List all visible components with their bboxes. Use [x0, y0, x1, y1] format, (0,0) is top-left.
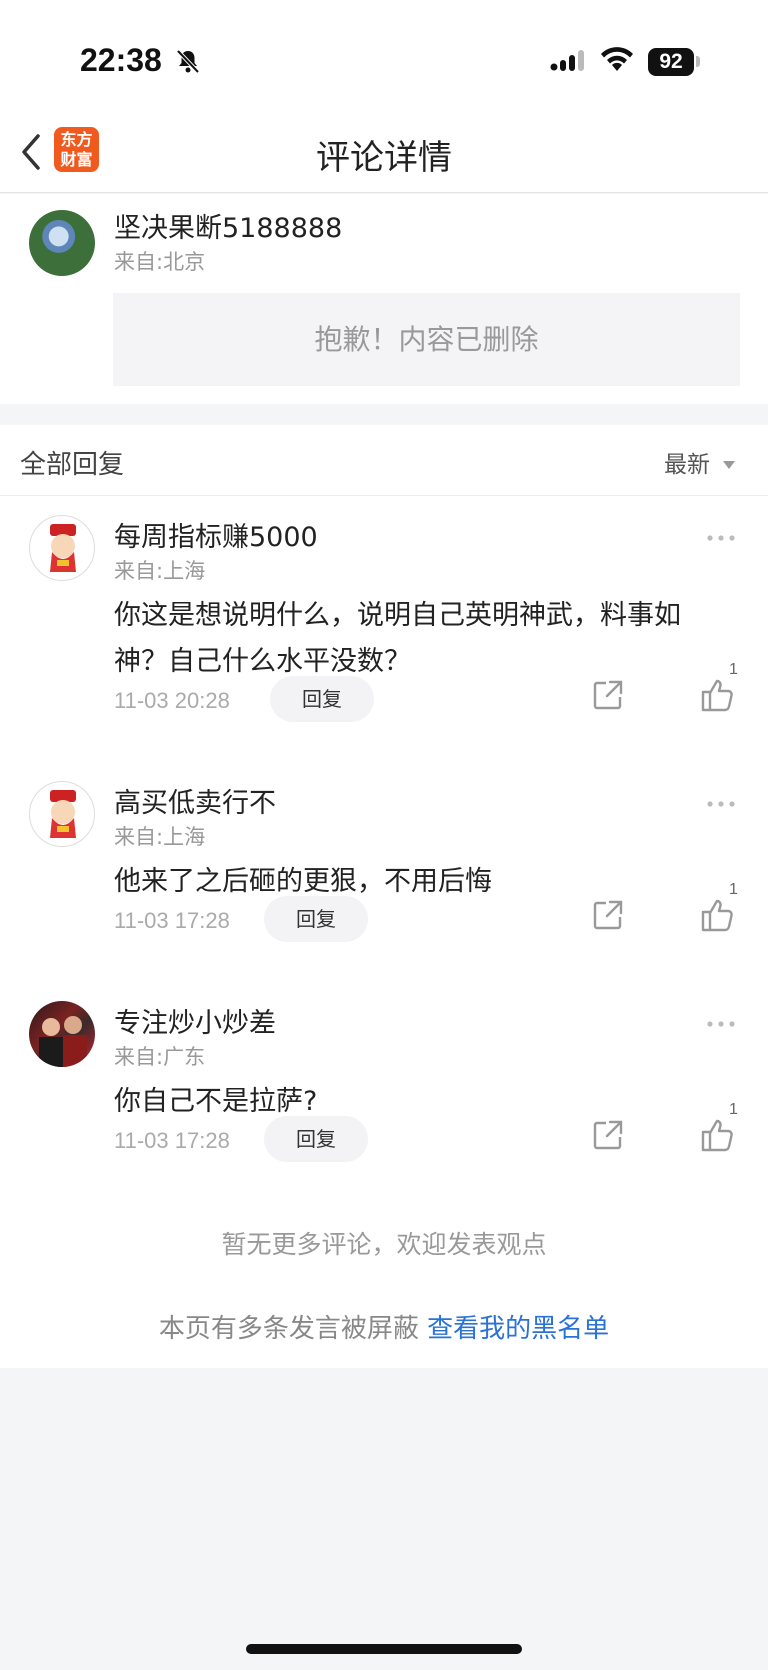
- more-options-icon[interactable]: [706, 793, 736, 812]
- more-options-icon[interactable]: [706, 527, 736, 546]
- fortune-god-avatar-icon: [50, 790, 76, 838]
- reply-timestamp: 11-03 17:28: [114, 1128, 230, 1153]
- replies-header: 全部回复 最新: [0, 425, 768, 496]
- cellular-signal-icon: [550, 50, 588, 78]
- blocked-notice-text: 本页有多条发言被屏蔽: [158, 1314, 419, 1344]
- reply-timestamp: 11-03 17:28: [114, 908, 230, 933]
- thumbs-up-icon[interactable]: [700, 897, 734, 937]
- battery-indicator: 92: [648, 48, 694, 76]
- status-bar: 22:38 92: [0, 0, 768, 110]
- replies-list: 全部回复 最新 每周指标赚5000 来自:上海 你这是想说明什么，说明自己英明神…: [0, 425, 768, 1368]
- post-username[interactable]: 坚决果断5188888: [114, 206, 342, 245]
- share-icon[interactable]: [590, 897, 626, 937]
- reply-item: 高买低卖行不 来自:上海 他来了之后砸的更狠，不用后悔 11-03 17:28 …: [0, 781, 768, 1001]
- reply-location: 来自:上海: [114, 825, 206, 849]
- like-count: 1: [729, 1101, 738, 1118]
- avatar[interactable]: [29, 1001, 95, 1067]
- avatar[interactable]: [29, 781, 95, 847]
- sort-dropdown[interactable]: 最新: [664, 445, 710, 479]
- reply-content: 你这是想说明什么，说明自己英明神武，料事如神？自己什么水平没数？: [114, 600, 681, 677]
- reply-location: 来自:上海: [114, 559, 206, 583]
- no-more-comments-text: 暂无更多评论，欢迎发表观点: [221, 1230, 547, 1259]
- reply-content: 你自己不是拉萨?: [114, 1086, 318, 1117]
- reply-username[interactable]: 每周指标赚5000: [114, 515, 318, 554]
- view-blacklist-link[interactable]: 查看我的黑名单: [427, 1314, 609, 1344]
- avatar[interactable]: [29, 210, 95, 276]
- reply-content: 他来了之后砸的更狠，不用后悔: [114, 866, 492, 897]
- fortune-god-avatar-icon: [50, 524, 76, 572]
- reply-button[interactable]: 回复: [270, 676, 374, 722]
- reply-item: 每周指标赚5000 来自:上海 你这是想说明什么，说明自己英明神武，料事如神？自…: [0, 515, 768, 735]
- post-location: 来自:北京: [114, 250, 206, 274]
- reply-item: 专注炒小炒差 来自:广东 你自己不是拉萨? 11-03 17:28 回复 1: [0, 1001, 768, 1221]
- reply-button[interactable]: 回复: [264, 1116, 368, 1162]
- share-icon[interactable]: [590, 1117, 626, 1157]
- thumbs-up-icon[interactable]: [700, 1117, 734, 1157]
- more-options-icon[interactable]: [706, 1013, 736, 1032]
- thumbs-up-icon[interactable]: [700, 677, 734, 717]
- reply-timestamp: 11-03 20:28: [114, 688, 230, 713]
- caret-down-icon[interactable]: [722, 455, 736, 474]
- nav-bar: 东方 财富 评论详情: [0, 110, 768, 193]
- reply-location: 来自:广东: [114, 1045, 206, 1069]
- reply-username[interactable]: 高买低卖行不: [114, 781, 276, 820]
- status-time: 22:38: [80, 42, 162, 78]
- wifi-icon: [600, 46, 634, 78]
- main-comment-card: 坚决果断5188888 来自:北京 抱歉！内容已删除: [0, 194, 768, 404]
- battery-cap: [696, 56, 700, 67]
- page-title: 评论详情: [316, 138, 452, 178]
- like-count: 1: [729, 881, 738, 898]
- reply-username[interactable]: 专注炒小炒差: [114, 1001, 276, 1040]
- home-indicator[interactable]: [246, 1644, 522, 1654]
- reply-button[interactable]: 回复: [264, 896, 368, 942]
- blocked-notice: 本页有多条发言被屏蔽 查看我的黑名单: [0, 1308, 768, 1345]
- like-count: 1: [729, 661, 738, 678]
- bell-muted-icon: [175, 48, 201, 78]
- avatar[interactable]: [29, 515, 95, 581]
- all-replies-label: 全部回复: [20, 450, 125, 480]
- deleted-content-notice: 抱歉！内容已删除: [113, 293, 740, 386]
- user-photo-avatar-icon: [39, 1016, 87, 1067]
- share-icon[interactable]: [590, 677, 626, 717]
